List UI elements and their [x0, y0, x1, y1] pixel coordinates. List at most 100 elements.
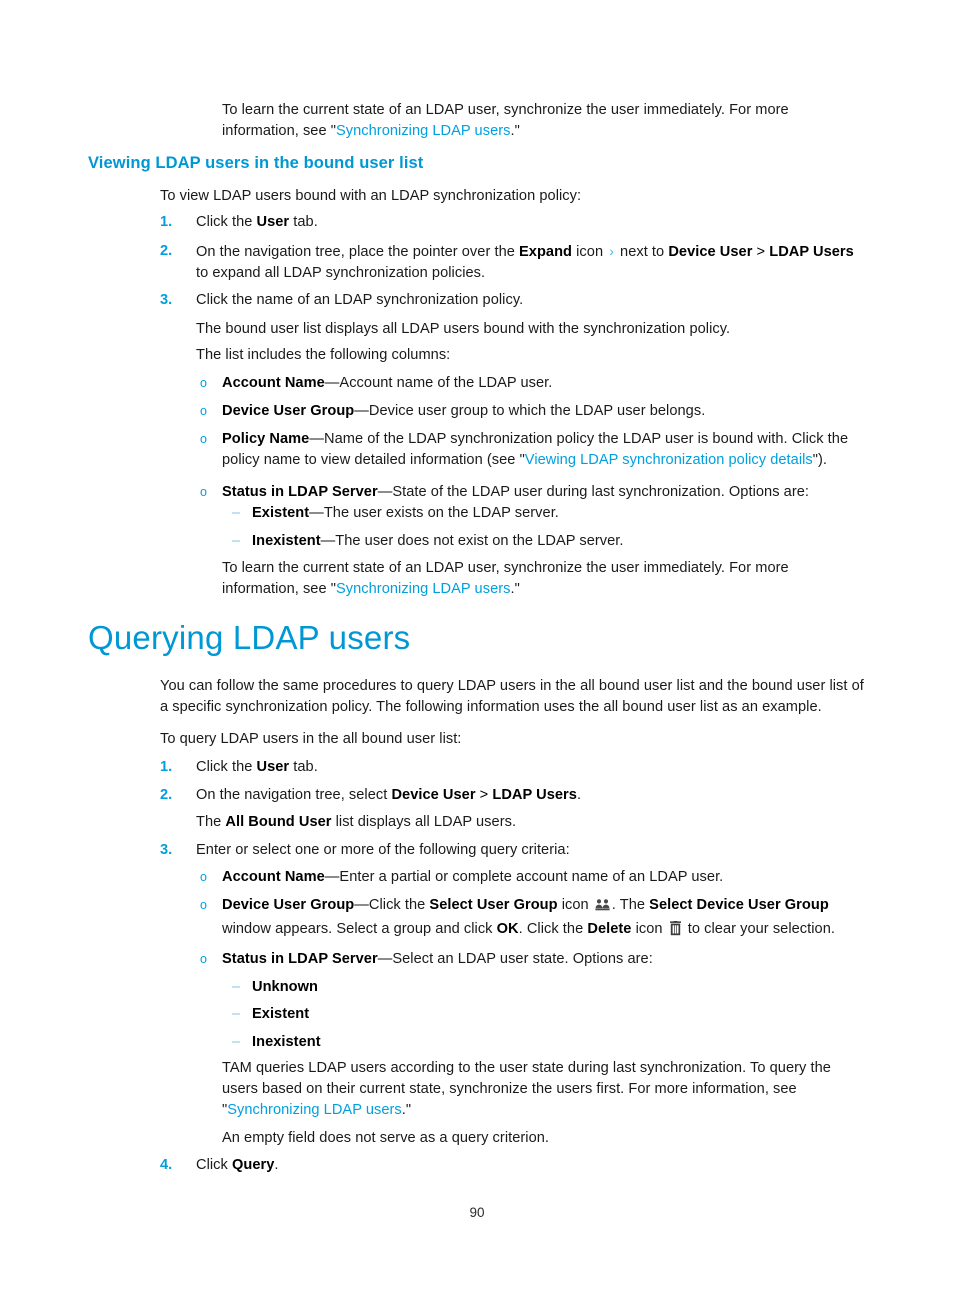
- bullet-marker-status-in-ldap-server: o: [200, 485, 207, 499]
- step-2-bold-ldap-users: LDAP Users: [769, 244, 854, 260]
- step-2-bold-expand: Expand: [519, 244, 573, 260]
- criteria-dug-p6: icon: [631, 920, 667, 937]
- step-3-text: Click the name of an LDAP synchronizatio…: [196, 292, 524, 308]
- dash-marker-existent: –: [232, 505, 241, 521]
- query-status-option-inexistent: Inexistent: [252, 1032, 864, 1053]
- column-account-name: Account Name—Account name of the LDAP us…: [222, 373, 864, 394]
- bullet-marker-criteria-account-name: o: [200, 870, 207, 884]
- heading-viewing-ldap-users: Viewing LDAP users in the bound user lis…: [88, 154, 424, 172]
- dash-marker-existent-2: –: [232, 1006, 241, 1022]
- column-status-in-ldap-server: Status in LDAP Server—State of the LDAP …: [222, 482, 864, 503]
- step-marker-2: 2.: [160, 243, 173, 259]
- column-status-term: Status in LDAP Server: [222, 484, 378, 500]
- step-1-text: Click the User tab.: [196, 212, 864, 233]
- query-step-2-sub-pre: The: [196, 814, 226, 830]
- step-1-pre: Click the: [196, 214, 257, 230]
- query-step-1-post: tab.: [289, 759, 318, 775]
- query-step-2-subtext: The All Bound User list displays all LDA…: [196, 812, 864, 833]
- step-1-bold: User: [256, 214, 290, 230]
- tam-note-line2: users based on their current state, sync…: [222, 1080, 797, 1097]
- query-step-2-bold-ldap-users: LDAP Users: [492, 787, 577, 803]
- query-step-marker-1: 1.: [160, 759, 173, 775]
- step-2-part1: On the navigation tree, place the pointe…: [196, 244, 520, 260]
- query-status-option-unknown: Unknown: [252, 977, 864, 998]
- bullet-marker-criteria-device-user-group: o: [200, 898, 207, 912]
- status-option-existent-term: Existent: [252, 505, 310, 521]
- heading-querying-ldap-users: Querying LDAP users: [88, 619, 411, 656]
- intro-note-line2-suffix: .": [510, 122, 520, 139]
- query-step-2-pre: On the navigation tree, select: [196, 787, 392, 803]
- query-step-3-text: Enter or select one or more of the follo…: [196, 842, 570, 858]
- viewing-closing-line2-suffix: .": [510, 580, 520, 597]
- dash-marker-unknown: –: [232, 979, 241, 995]
- link-synchronizing-ldap-users-3[interactable]: Synchronizing LDAP users: [227, 1102, 402, 1118]
- querying-lead-text: To query LDAP users in the all bound use…: [160, 731, 462, 747]
- query-step-1-pre: Click the: [196, 759, 257, 775]
- query-step-marker-3: 3.: [160, 842, 173, 858]
- page-number: 90: [469, 1205, 485, 1220]
- after-step3-line1: The bound user list displays all LDAP us…: [196, 321, 731, 337]
- step-marker-3: 3.: [160, 292, 173, 308]
- status-option-inexistent: Inexistent—The user does not exist on th…: [252, 531, 864, 552]
- querying-intro-paragraph: You can follow the same procedures to qu…: [160, 678, 864, 715]
- criteria-dug-p4: window appears. Select a group and click: [222, 920, 497, 937]
- user-group-icon: [595, 898, 610, 919]
- query-step-4-pre: Click: [196, 1157, 232, 1173]
- after-step3-line2: The list includes the following columns:: [196, 347, 451, 363]
- column-device-user-group-term: Device User Group: [222, 403, 355, 419]
- link-synchronizing-ldap-users-2[interactable]: Synchronizing LDAP users: [336, 581, 511, 597]
- step-2-part2: icon: [572, 244, 608, 260]
- query-status-unknown-term: Unknown: [252, 979, 319, 995]
- query-step-2-separator: >: [475, 787, 493, 803]
- query-step-2-sub-bold: All Bound User: [225, 814, 332, 830]
- query-status-inexistent-term: Inexistent: [252, 1034, 321, 1050]
- criteria-dug-b4: Delete: [587, 920, 632, 937]
- step-marker-1: 1.: [160, 214, 173, 230]
- viewing-closing-note: To learn the current state of an LDAP us…: [222, 558, 864, 600]
- column-status-desc: —State of the LDAP user during last sync…: [377, 484, 809, 500]
- column-policy-name: Policy Name—Name of the LDAP synchroniza…: [222, 429, 864, 471]
- query-step-4-post: .: [274, 1157, 279, 1173]
- status-option-existent-desc: —The user exists on the LDAP server.: [309, 505, 559, 521]
- step-2-text: On the navigation tree, place the pointe…: [196, 241, 864, 284]
- viewing-closing-line1: To learn the current state of an LDAP us…: [222, 560, 789, 576]
- tam-note-paragraph: TAM queries LDAP users according to the …: [222, 1058, 864, 1120]
- viewing-closing-line2-prefix: information, see ": [222, 580, 336, 597]
- query-step-2-text: On the navigation tree, select Device Us…: [196, 785, 864, 806]
- criteria-account-name-term: Account Name: [222, 869, 325, 885]
- column-policy-name-term: Policy Name: [222, 431, 310, 447]
- query-status-option-existent: Existent: [252, 1004, 864, 1025]
- tam-note-line3-suffix: .": [401, 1101, 412, 1118]
- criteria-device-user-group: Device User Group—Click the Select User …: [222, 895, 864, 943]
- empty-field-note: An empty field does not serve as a query…: [222, 1130, 550, 1146]
- document-page: To learn the current state of an LDAP us…: [0, 0, 954, 1296]
- criteria-account-name-desc: —Enter a partial or complete account nam…: [324, 869, 724, 885]
- criteria-dug-p5: . Click the: [518, 920, 588, 937]
- status-option-inexistent-desc: —The user does not exist on the LDAP ser…: [320, 533, 624, 549]
- tam-note-line1: TAM queries LDAP users according to the …: [222, 1060, 831, 1076]
- trash-icon: [669, 920, 682, 943]
- bullet-marker-policy-name: o: [200, 432, 207, 446]
- chevron-right-icon: ›: [609, 243, 614, 259]
- bullet-marker-account-name: o: [200, 376, 207, 390]
- criteria-dug-b2: Select Device User Group: [649, 897, 829, 913]
- dash-marker-inexistent: –: [232, 533, 241, 549]
- status-option-existent: Existent—The user exists on the LDAP ser…: [252, 503, 864, 524]
- criteria-dug-b3: OK: [496, 920, 519, 937]
- query-step-1-bold: User: [256, 759, 290, 775]
- column-device-user-group-desc: —Device user group to which the LDAP use…: [354, 403, 706, 419]
- status-option-inexistent-term: Inexistent: [252, 533, 321, 549]
- column-device-user-group: Device User Group—Device user group to w…: [222, 401, 864, 422]
- query-step-marker-4: 4.: [160, 1157, 173, 1173]
- column-policy-name-desc-b: ").: [812, 451, 828, 468]
- query-step-4-text: Click Query.: [196, 1155, 864, 1176]
- query-step-2-post: .: [576, 787, 582, 803]
- criteria-dug-p2: icon: [557, 897, 593, 913]
- query-step-4-bold: Query: [231, 1157, 275, 1173]
- criteria-account-name: Account Name—Enter a partial or complete…: [222, 867, 864, 888]
- criteria-dug-p1: —Click the: [354, 897, 430, 913]
- link-synchronizing-ldap-users-1[interactable]: Synchronizing LDAP users: [336, 123, 511, 139]
- criteria-dug-p7: to clear your selection.: [683, 920, 835, 937]
- link-viewing-ldap-sync-policy-details[interactable]: Viewing LDAP synchronization policy deta…: [525, 452, 813, 468]
- dash-marker-inexistent-2: –: [232, 1034, 241, 1050]
